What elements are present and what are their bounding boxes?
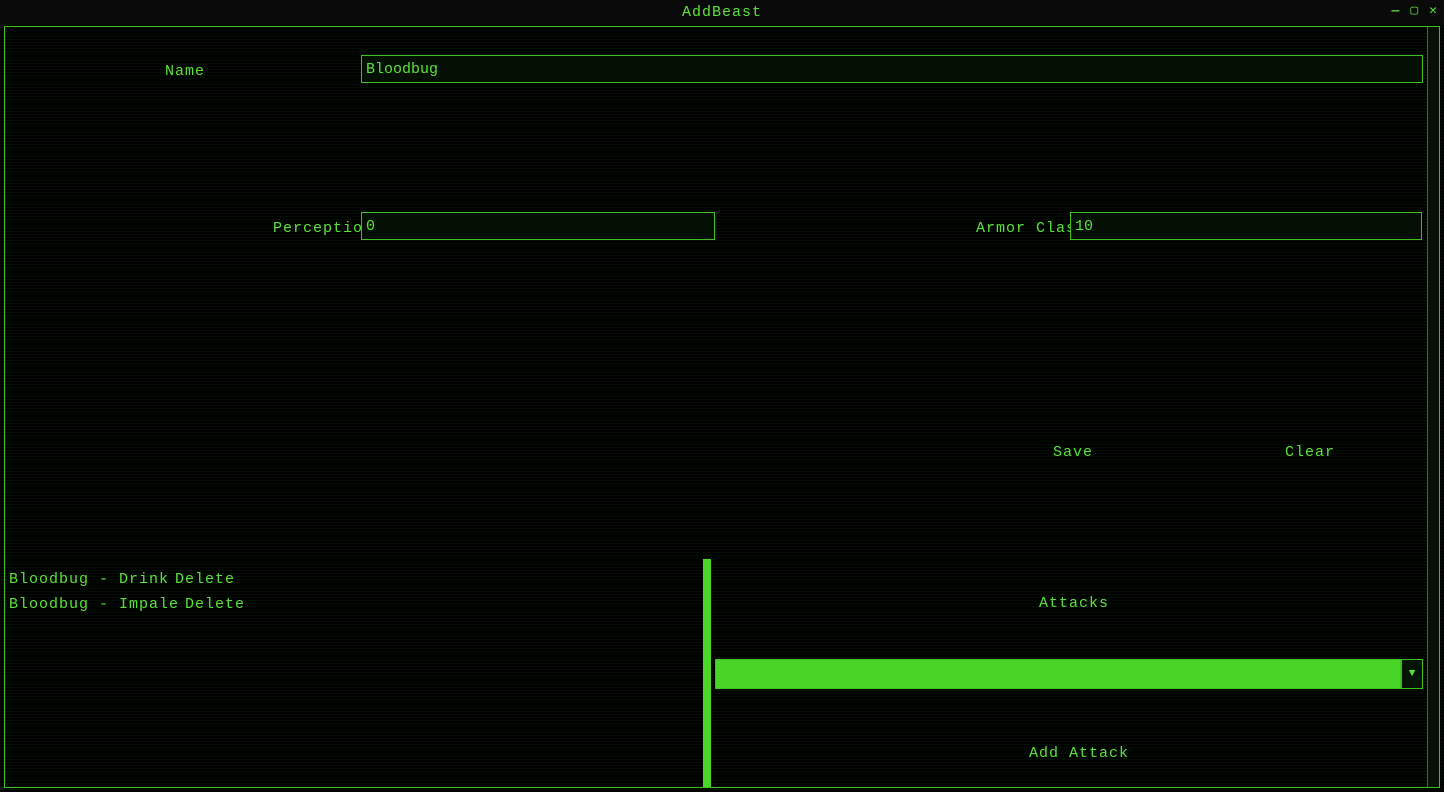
attack-delete-link[interactable]: Delete — [175, 571, 235, 588]
name-label: Name — [165, 63, 205, 80]
attack-delete-link[interactable]: Delete — [185, 596, 245, 613]
attacks-list: Bloodbug - Drink Delete Bloodbug - Impal… — [9, 571, 699, 621]
maximize-icon[interactable]: ▢ — [1410, 3, 1419, 18]
clear-button[interactable]: Clear — [1285, 444, 1335, 461]
perception-label: Perception — [273, 220, 373, 237]
lower-panel: Bloodbug - Drink Delete Bloodbug - Impal… — [5, 559, 1427, 787]
window-title: AddBeast — [682, 4, 762, 21]
list-item: Bloodbug - Drink Delete — [9, 571, 699, 588]
chevron-down-icon[interactable]: ▼ — [1401, 659, 1423, 689]
window-controls: — ▢ ✕ — [1392, 3, 1438, 18]
attack-entry-label[interactable]: Bloodbug - Impale — [9, 596, 179, 613]
add-attack-button[interactable]: Add Attack — [1029, 745, 1129, 762]
list-item: Bloodbug - Impale Delete — [9, 596, 699, 613]
attack-entry-label[interactable]: Bloodbug - Drink — [9, 571, 169, 588]
vertical-divider — [703, 559, 711, 787]
titlebar: AddBeast — ▢ ✕ — [0, 0, 1444, 24]
content-frame: Name Perception Armor Class Save Clear B… — [4, 26, 1440, 788]
perception-input[interactable] — [361, 212, 715, 240]
close-icon[interactable]: ✕ — [1429, 3, 1438, 18]
save-button[interactable]: Save — [1053, 444, 1093, 461]
armorclass-input[interactable] — [1070, 212, 1422, 240]
combobox-value[interactable] — [715, 659, 1401, 689]
minimize-icon[interactable]: — — [1392, 3, 1401, 18]
name-input[interactable] — [361, 55, 1423, 83]
attacks-combobox[interactable]: ▼ — [715, 659, 1423, 689]
attacks-heading: Attacks — [1039, 595, 1109, 612]
